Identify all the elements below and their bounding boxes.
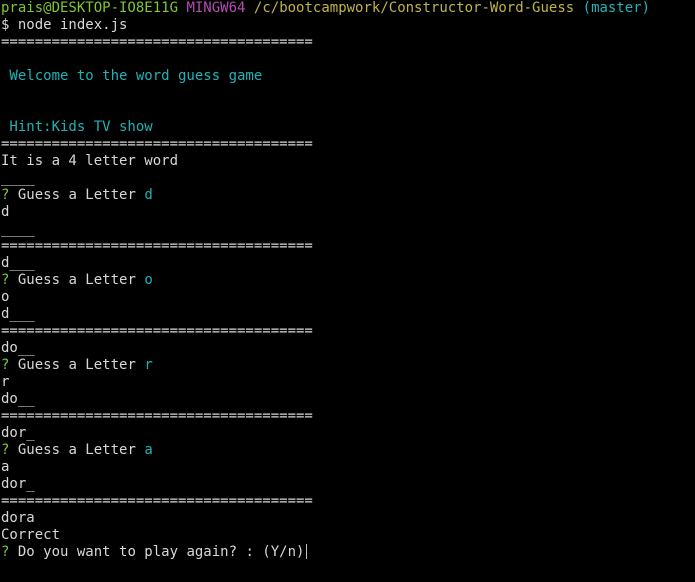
play-again-prompt[interactable]: ? Do you want to play again? : (Y/n)	[1, 544, 695, 561]
prompt-path: /c/bootcampwork/Constructor-Word-Guess	[253, 0, 575, 16]
guess-answer: d	[144, 187, 153, 203]
prompt-shell: MINGW64	[186, 0, 246, 16]
final-word: dora	[1, 510, 35, 526]
question-mark: ?	[1, 442, 10, 458]
guess-echo: d	[1, 204, 10, 220]
word-progress: d___	[1, 255, 35, 271]
welcome-message: Welcome to the word guess game	[1, 68, 263, 84]
guess-label: Guess a Letter	[17, 272, 136, 288]
terminal-window[interactable]: prais@DESKTOP-IO8E11G MINGW64 /c/bootcam…	[0, 0, 695, 582]
separator: =====================================	[1, 493, 313, 509]
question-mark: ?	[1, 544, 10, 560]
guess-prompt: ? Guess a Letter a	[1, 442, 695, 459]
guess-answer: r	[144, 357, 153, 373]
guess-echo: o	[1, 289, 10, 305]
guess-prompt: ? Guess a Letter o	[1, 272, 695, 289]
hint-text: Hint:Kids TV show	[1, 119, 153, 135]
guess-label: Guess a Letter	[17, 442, 136, 458]
separator: =====================================	[1, 408, 313, 424]
guess-label: Guess a Letter	[17, 187, 136, 203]
separator: =====================================	[1, 34, 313, 50]
command-line: $ node index.js	[1, 17, 128, 33]
correct-message: Correct	[1, 527, 61, 543]
guess-echo: a	[1, 459, 10, 475]
prompt-branch: (master)	[582, 0, 651, 16]
separator: =====================================	[1, 136, 313, 152]
guess-answer: a	[144, 442, 153, 458]
question-mark: ?	[1, 357, 10, 373]
play-again-text: Do you want to play again? : (Y/n)	[17, 544, 305, 560]
intro-text: It is a 4 letter word	[1, 153, 179, 169]
word-progress: dor_	[1, 425, 35, 441]
guess-echo: r	[1, 374, 10, 390]
prompt-user-host: prais@DESKTOP-IO8E11G	[1, 0, 179, 16]
shell-prompt: prais@DESKTOP-IO8E11G MINGW64 /c/bootcam…	[1, 0, 695, 17]
question-mark: ?	[1, 187, 10, 203]
word-progress: ____	[1, 170, 35, 186]
word-progress: ____	[1, 221, 35, 237]
guess-answer: o	[144, 272, 153, 288]
guess-prompt: ? Guess a Letter r	[1, 357, 695, 374]
word-progress: do__	[1, 391, 35, 407]
word-progress: d___	[1, 306, 35, 322]
question-mark: ?	[1, 272, 10, 288]
word-progress: do__	[1, 340, 35, 356]
word-progress: dor_	[1, 476, 35, 492]
guess-prompt: ? Guess a Letter d	[1, 187, 695, 204]
separator: =====================================	[1, 323, 313, 339]
separator: =====================================	[1, 238, 313, 254]
text-cursor	[306, 544, 308, 559]
guess-label: Guess a Letter	[17, 357, 136, 373]
